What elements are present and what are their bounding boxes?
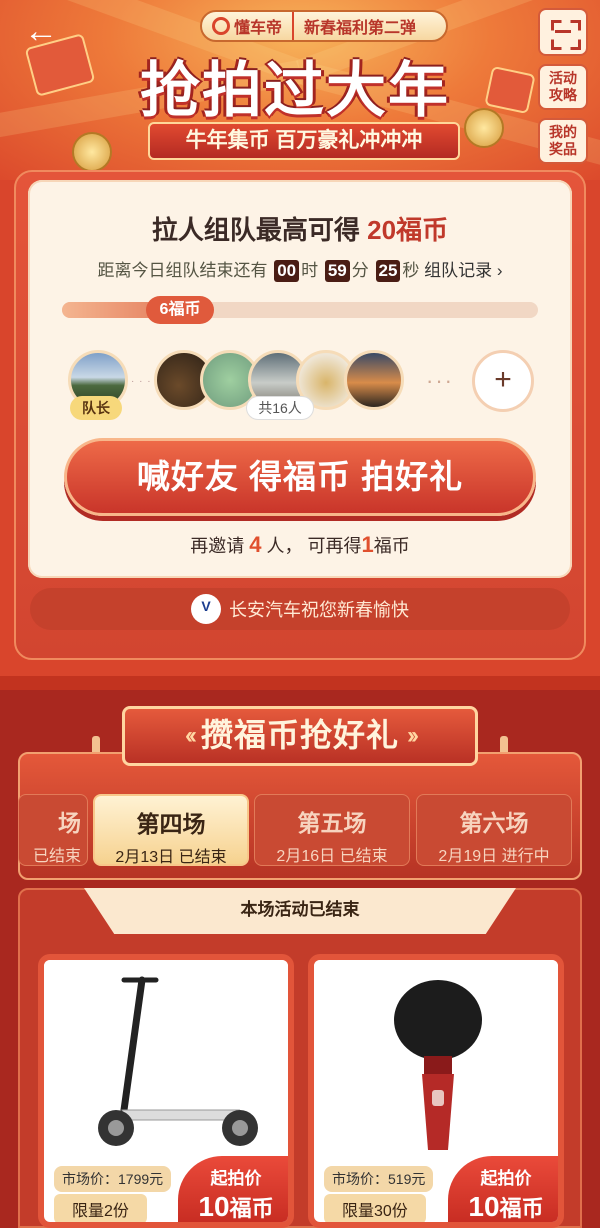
changan-logo-icon: [191, 594, 221, 624]
bid-label: 起拍价: [480, 1169, 532, 1188]
scan-button[interactable]: [538, 8, 588, 56]
section-title: ‹‹ 攒福币抢好礼 ››: [122, 706, 478, 766]
countdown-label: 距离今日组队结束还有: [97, 261, 268, 280]
add-member-button[interactable]: +: [472, 350, 534, 412]
gift-decoration: [484, 65, 536, 115]
bid-value: 10福币: [448, 1191, 558, 1222]
more-dots-icon: ···: [426, 368, 454, 393]
page-title: 抢拍过大年: [140, 57, 450, 124]
countdown: 距离今日组队结束还有 00 时 59 分 25 秒 组队记录 ›: [28, 256, 572, 282]
member-count-tag: 共16人: [246, 396, 314, 420]
start-bid: 起拍价 10福币: [448, 1156, 558, 1222]
tab-name: 第五场: [297, 810, 367, 836]
sponsor-bar: 长安汽车祝您新春愉快: [30, 588, 570, 630]
sponsor-text: 长安汽车祝您新春愉快: [229, 600, 409, 620]
countdown-minutes: 59: [324, 260, 350, 282]
product-image: [314, 960, 558, 1160]
market-price: 市场价：1799元: [54, 1166, 172, 1192]
tab-date: 已结束: [32, 848, 81, 865]
invite-note: 再邀请 4 人， 可再得1福币: [28, 532, 572, 558]
team-title: 拉人组队最高可得 20福币: [28, 210, 572, 247]
product-card[interactable]: 市场价：1799元 限量2份 起拍价 10福币: [38, 954, 294, 1228]
leader-tag: 队长: [70, 396, 122, 420]
tab-round-4[interactable]: 第四场 2月13日 已结束: [93, 794, 249, 866]
tab-name: 第四场: [136, 811, 206, 837]
status-ribbon: 本场活动已结束: [84, 888, 516, 934]
section-title-text: 攒福币抢好礼: [200, 717, 399, 753]
bid-amount: 10: [468, 1191, 500, 1222]
team-title-text: 拉人组队最高可得: [151, 215, 360, 245]
progress-badge: 6福币: [146, 296, 214, 324]
countdown-hours: 00: [274, 260, 300, 282]
coin-decoration: [72, 132, 112, 172]
back-arrow-icon[interactable]: ←: [24, 14, 60, 50]
tab-date: 2月13日 已结束: [115, 849, 227, 866]
avatar-member[interactable]: [344, 350, 404, 410]
bid-unit: 福币: [229, 1196, 274, 1221]
brand-pill: 懂车帝 新春福利第二弹: [200, 10, 448, 42]
invite-note-text: 福币: [373, 536, 410, 556]
my-prizes-button[interactable]: 我的 奖品: [538, 118, 588, 164]
invite-count: 4: [249, 532, 262, 557]
limit-qty: 限量30份: [324, 1194, 426, 1222]
team-record-link[interactable]: 组队记录 ›: [424, 261, 502, 280]
tab-name: 第六场: [459, 810, 529, 836]
countdown-seconds: 25: [375, 260, 401, 282]
brand-logo: 懂车帝: [202, 12, 295, 40]
tab-date: 2月19日 进行中: [438, 848, 550, 865]
invite-note-text: 人， 可再得: [266, 536, 362, 556]
market-price: 市场价：519元: [324, 1166, 434, 1192]
start-bid: 起拍价 10福币: [178, 1156, 288, 1222]
invite-reward: 1: [361, 532, 374, 557]
subtitle-ribbon: 牛年集币 百万豪礼冲冲冲: [148, 122, 460, 160]
invite-note-text: 再邀请: [190, 536, 245, 556]
tab-date: 2月16日 已结束: [276, 848, 388, 865]
brand-logo-icon: [212, 17, 230, 35]
bid-value: 10福币: [178, 1191, 288, 1222]
product-image: [44, 960, 288, 1160]
product-card[interactable]: 市场价：519元 限量30份 起拍价 10福币: [308, 954, 564, 1228]
tab-name: 场: [58, 810, 81, 836]
coin-decoration: [464, 108, 504, 148]
campaign-tag: 新春福利第二弹: [304, 20, 417, 37]
chevron-right-icon: ››: [407, 722, 419, 749]
activity-guide-button[interactable]: 活动 攻略: [538, 64, 588, 110]
limit-qty: 限量2份: [54, 1194, 147, 1222]
bid-label: 起拍价: [210, 1169, 262, 1188]
bid-unit: 福币: [499, 1196, 544, 1221]
microphone-icon: [394, 980, 482, 1150]
scan-icon: [551, 20, 575, 44]
chevron-left-icon: ‹‹: [185, 722, 197, 749]
brand-name: 懂车帝: [234, 20, 283, 37]
tab-round-3[interactable]: 场 已结束: [18, 794, 88, 866]
countdown-hours-unit: 时: [301, 261, 319, 280]
countdown-seconds-unit: 秒: [402, 261, 420, 280]
scooter-icon: [98, 976, 258, 1146]
team-title-reward: 20福币: [367, 215, 449, 245]
bid-amount: 10: [198, 1191, 230, 1222]
invite-friends-button[interactable]: 喊好友 得福币 拍好礼: [64, 438, 536, 516]
countdown-minutes-unit: 分: [351, 261, 369, 280]
tab-round-6[interactable]: 第六场 2月19日 进行中: [416, 794, 572, 866]
tab-round-5[interactable]: 第五场 2月16日 已结束: [254, 794, 410, 866]
team-card: 拉人组队最高可得 20福币 距离今日组队结束还有 00 时 59 分 25 秒 组队记…: [28, 180, 572, 578]
